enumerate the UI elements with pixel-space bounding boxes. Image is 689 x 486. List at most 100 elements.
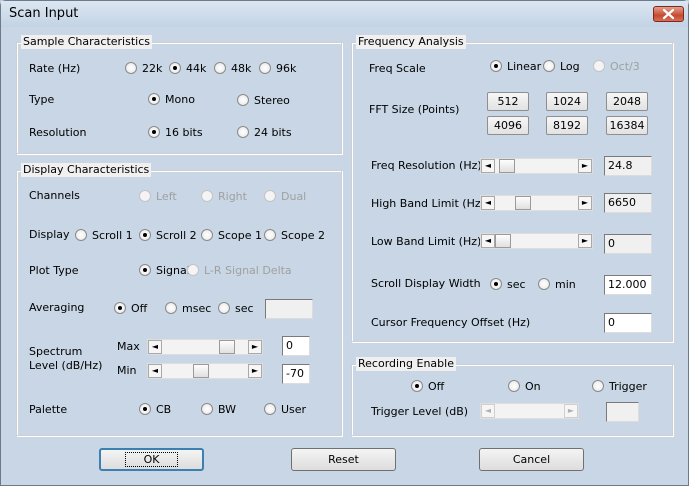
- plot-lr-delta-radio[interactable]: [187, 264, 199, 276]
- right-arrow-icon[interactable]: ►: [578, 159, 592, 173]
- cancel-button[interactable]: Cancel: [479, 448, 584, 471]
- slider-thumb[interactable]: [193, 364, 209, 378]
- reset-button[interactable]: Reset: [291, 448, 396, 471]
- scroll-sec-radio[interactable]: [490, 278, 502, 290]
- plot-lr-delta-label[interactable]: L-R Signal Delta: [204, 264, 292, 278]
- scroll-min-radio[interactable]: [538, 278, 550, 290]
- cursor-offset-field[interactable]: 0: [604, 313, 652, 333]
- palette-cb-label[interactable]: CB: [156, 403, 171, 417]
- left-arrow-icon[interactable]: ◄: [148, 364, 162, 378]
- right-arrow-icon[interactable]: ►: [248, 364, 262, 378]
- scroll-sec-label[interactable]: sec: [507, 278, 526, 292]
- fft-8192-button[interactable]: 8192: [546, 116, 588, 135]
- averaging-msec-radio[interactable]: [165, 302, 177, 314]
- fft-16384-button[interactable]: 16384: [606, 116, 648, 135]
- display-scope2-label[interactable]: Scope 2: [281, 229, 325, 243]
- resolution-16-radio[interactable]: [148, 126, 160, 138]
- type-mono-label[interactable]: Mono: [165, 93, 195, 107]
- palette-user-radio[interactable]: [264, 403, 276, 415]
- recording-on-label[interactable]: On: [525, 380, 541, 394]
- left-arrow-icon[interactable]: ◄: [481, 404, 495, 418]
- channel-dual-radio[interactable]: [264, 190, 276, 202]
- freq-resolution-slider[interactable]: ◄ ►: [480, 158, 593, 174]
- left-arrow-icon[interactable]: ◄: [481, 196, 495, 210]
- resolution-24-radio[interactable]: [237, 126, 249, 138]
- averaging-off-radio[interactable]: [114, 302, 126, 314]
- display-scroll2-radio[interactable]: [139, 229, 151, 241]
- channel-right-radio[interactable]: [201, 190, 213, 202]
- type-mono-radio[interactable]: [148, 93, 160, 105]
- palette-user-label[interactable]: User: [281, 403, 306, 417]
- ok-button[interactable]: OK: [99, 448, 204, 471]
- left-arrow-icon[interactable]: ◄: [481, 159, 495, 173]
- recording-off-label[interactable]: Off: [428, 380, 444, 394]
- left-arrow-icon[interactable]: ◄: [481, 234, 495, 248]
- spectrum-min-field[interactable]: -70: [282, 364, 310, 384]
- resolution-16-label[interactable]: 16 bits: [165, 126, 203, 140]
- rate-22k-label[interactable]: 22k: [142, 62, 162, 76]
- recording-trigger-radio[interactable]: [592, 380, 604, 392]
- recording-trigger-label[interactable]: Trigger: [609, 380, 647, 394]
- scroll-width-field[interactable]: 12.000: [604, 275, 652, 295]
- close-button[interactable]: [653, 6, 684, 22]
- rate-96k-radio[interactable]: [259, 62, 271, 74]
- slider-thumb[interactable]: [499, 159, 515, 173]
- slider-thumb[interactable]: [515, 196, 531, 210]
- averaging-sec-radio[interactable]: [218, 302, 230, 314]
- right-arrow-icon[interactable]: ►: [564, 404, 578, 418]
- low-band-slider[interactable]: ◄ ►: [480, 233, 593, 249]
- scale-linear-radio[interactable]: [490, 60, 502, 72]
- recording-off-radio[interactable]: [411, 380, 423, 392]
- plot-signal-radio[interactable]: [139, 264, 151, 276]
- averaging-msec-label[interactable]: msec: [182, 302, 211, 316]
- rate-48k-radio[interactable]: [214, 62, 226, 74]
- display-scope1-label[interactable]: Scope 1: [218, 229, 262, 243]
- averaging-off-label[interactable]: Off: [131, 302, 147, 316]
- scale-linear-label[interactable]: Linear: [507, 60, 541, 74]
- trigger-level-field[interactable]: [606, 402, 639, 422]
- fft-2048-button[interactable]: 2048: [606, 92, 648, 111]
- fft-512-button[interactable]: 512: [487, 92, 529, 111]
- plot-signal-label[interactable]: Signal: [156, 264, 190, 278]
- channel-left-label[interactable]: Left: [156, 190, 177, 204]
- rate-44k-label[interactable]: 44k: [186, 62, 206, 76]
- slider-thumb[interactable]: [219, 340, 235, 354]
- trigger-level-slider[interactable]: ◄ ►: [480, 403, 579, 419]
- resolution-24-label[interactable]: 24 bits: [254, 126, 292, 140]
- spectrum-min-slider[interactable]: ◄ ►: [147, 363, 263, 379]
- left-arrow-icon[interactable]: ◄: [148, 340, 162, 354]
- spectrum-max-field[interactable]: 0: [282, 336, 310, 356]
- palette-bw-label[interactable]: BW: [218, 403, 236, 417]
- freq-resolution-field[interactable]: 24.8: [604, 156, 652, 176]
- rate-44k-radio[interactable]: [169, 62, 181, 74]
- type-stereo-label[interactable]: Stereo: [254, 94, 290, 108]
- fft-4096-button[interactable]: 4096: [487, 116, 529, 135]
- slider-thumb[interactable]: [495, 234, 511, 248]
- palette-cb-radio[interactable]: [139, 403, 151, 415]
- display-scroll1-radio[interactable]: [75, 229, 87, 241]
- rate-48k-label[interactable]: 48k: [231, 62, 251, 76]
- display-scope2-radio[interactable]: [264, 229, 276, 241]
- right-arrow-icon[interactable]: ►: [578, 196, 592, 210]
- title-bar[interactable]: Scan Input: [1, 1, 688, 27]
- averaging-sec-label[interactable]: sec: [235, 302, 254, 316]
- low-band-field[interactable]: 0: [604, 234, 652, 254]
- channel-right-label[interactable]: Right: [218, 190, 247, 204]
- right-arrow-icon[interactable]: ►: [248, 340, 262, 354]
- high-band-field[interactable]: 6650: [604, 193, 652, 213]
- palette-bw-radio[interactable]: [201, 403, 213, 415]
- display-scroll1-label[interactable]: Scroll 1: [92, 229, 133, 243]
- channel-dual-label[interactable]: Dual: [281, 190, 306, 204]
- scroll-min-label[interactable]: min: [555, 278, 576, 292]
- display-scope1-radio[interactable]: [201, 229, 213, 241]
- recording-on-radio[interactable]: [508, 380, 520, 392]
- right-arrow-icon[interactable]: ►: [578, 234, 592, 248]
- averaging-value-field[interactable]: [265, 299, 313, 319]
- spectrum-max-slider[interactable]: ◄ ►: [147, 339, 263, 355]
- high-band-slider[interactable]: ◄ ►: [480, 195, 593, 211]
- rate-22k-radio[interactable]: [125, 62, 137, 74]
- channel-left-radio[interactable]: [139, 190, 151, 202]
- fft-1024-button[interactable]: 1024: [546, 92, 588, 111]
- scale-log-label[interactable]: Log: [560, 60, 580, 74]
- scale-oct3-label[interactable]: Oct/3: [610, 60, 640, 74]
